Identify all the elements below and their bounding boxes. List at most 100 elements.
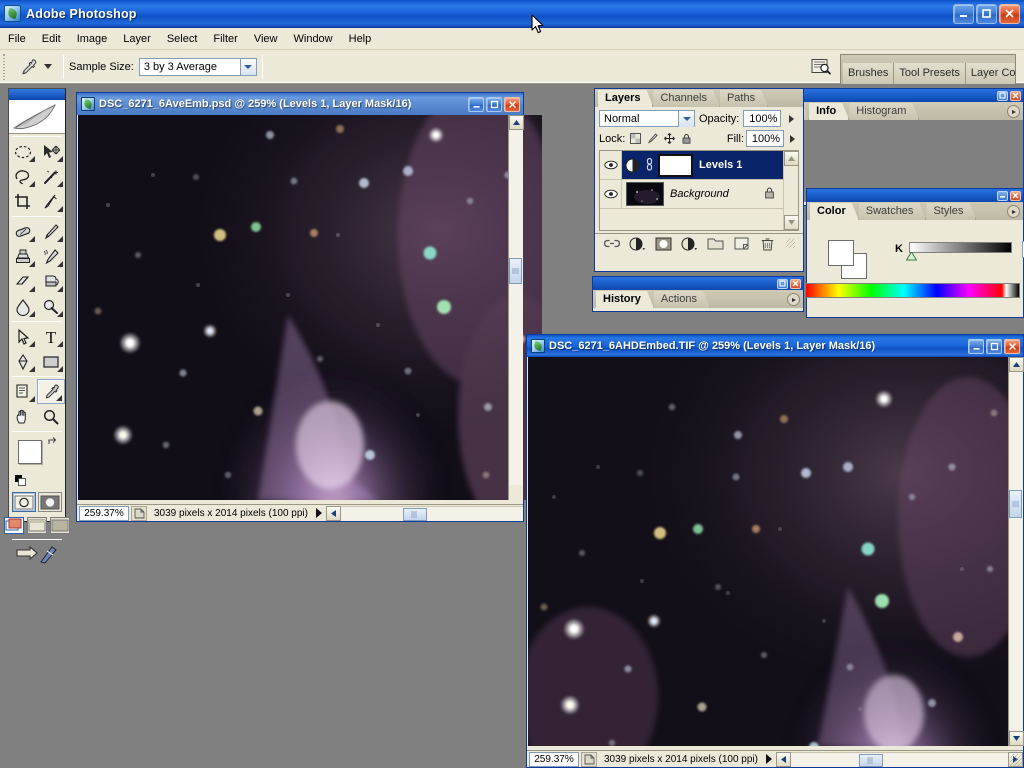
healing-brush-tool[interactable] — [9, 219, 37, 244]
swap-colors-icon[interactable] — [47, 436, 59, 451]
history-palette-titlebar[interactable] — [593, 277, 803, 290]
palette-close-button[interactable] — [1010, 90, 1021, 101]
hscroll-thumb[interactable] — [858, 753, 883, 767]
minimize-button[interactable] — [953, 3, 974, 24]
new-adjustment-layer-icon[interactable] — [681, 236, 699, 252]
eyedropper-tool[interactable] — [37, 379, 65, 404]
vscroll-thumb[interactable] — [509, 258, 522, 284]
eraser-tool[interactable] — [9, 269, 37, 294]
palette-tab-tool-presets[interactable]: Tool Presets — [894, 62, 966, 84]
canvas-psd[interactable] — [78, 115, 542, 500]
menu-edit[interactable]: Edit — [34, 30, 69, 48]
layer-name[interactable]: Background — [670, 188, 729, 200]
add-layer-mask-icon[interactable] — [655, 236, 673, 252]
zoom-tool[interactable] — [37, 404, 65, 429]
palette-menu-icon[interactable] — [1007, 105, 1020, 118]
table-row[interactable]: Background — [600, 180, 783, 209]
layers-scroll-up-button[interactable] — [784, 151, 799, 166]
canvas-hscrollbar-tif[interactable] — [775, 751, 1023, 767]
layer-mask-thumbnail[interactable] — [658, 153, 693, 177]
tab-paths[interactable]: Paths — [720, 90, 768, 107]
menu-view[interactable]: View — [246, 30, 286, 48]
canvas-vscrollbar-tif[interactable] — [1008, 357, 1024, 746]
scroll-left-button[interactable] — [325, 505, 341, 521]
scroll-up-button[interactable] — [509, 115, 524, 130]
blur-tool[interactable] — [9, 294, 37, 319]
tab-swatches[interactable]: Swatches — [859, 203, 927, 220]
full-screen-mode-icon[interactable] — [50, 517, 70, 534]
tab-actions[interactable]: Actions — [654, 291, 710, 308]
new-group-icon[interactable] — [706, 236, 724, 252]
sample-size-select[interactable]: 3 by 3 Average — [138, 57, 257, 76]
tab-channels[interactable]: Channels — [653, 90, 719, 107]
palette-close-button[interactable] — [1010, 190, 1021, 201]
lock-position-icon[interactable] — [663, 132, 676, 145]
palette-menu-icon[interactable] — [787, 293, 800, 306]
lock-image-icon[interactable] — [646, 132, 659, 145]
k-channel-slider[interactable] — [909, 242, 1012, 253]
close-button[interactable] — [999, 3, 1020, 24]
history-brush-tool[interactable] — [37, 244, 65, 269]
document-close-button[interactable] — [1004, 338, 1020, 354]
new-layer-icon[interactable] — [732, 236, 750, 252]
blend-mode-chevron-icon[interactable] — [678, 110, 694, 127]
lock-all-icon[interactable] — [680, 132, 693, 145]
brush-tool[interactable] — [37, 219, 65, 244]
opacity-field[interactable]: 100% — [743, 110, 782, 127]
palette-minimize-button[interactable] — [997, 90, 1008, 101]
document-close-button[interactable] — [504, 96, 520, 112]
dodge-tool[interactable] — [37, 294, 65, 319]
palette-menu-icon[interactable] — [1007, 205, 1020, 218]
zoom-level-field-tif[interactable]: 259.37% — [529, 751, 579, 767]
gradient-tool[interactable] — [37, 269, 65, 294]
path-selection-tool[interactable] — [9, 324, 37, 349]
menu-help[interactable]: Help — [341, 30, 380, 48]
opacity-slider-arrow-icon[interactable] — [785, 110, 798, 127]
maximize-button[interactable] — [976, 3, 997, 24]
scroll-left-button[interactable] — [775, 751, 791, 767]
document-maximize-button[interactable] — [486, 96, 502, 112]
window-resize-grip[interactable] — [1010, 754, 1022, 766]
color-palette-titlebar[interactable] — [807, 189, 1023, 202]
foreground-color-swatch[interactable] — [18, 440, 42, 464]
menu-window[interactable]: Window — [286, 30, 341, 48]
palette-minimize-button[interactable] — [997, 190, 1008, 201]
tab-histogram[interactable]: Histogram — [849, 103, 919, 120]
tool-preset-chevron-icon[interactable] — [44, 64, 52, 69]
notes-tool[interactable] — [9, 379, 37, 404]
k-slider-thumb-icon[interactable] — [905, 251, 918, 264]
document-window-psd[interactable]: DSC_6271_6AveEmb.psd @ 259% (Levels 1, L… — [76, 92, 542, 522]
document-minimize-button[interactable] — [468, 96, 484, 112]
menu-layer[interactable]: Layer — [115, 30, 159, 48]
color-spectrum-ramp[interactable] — [805, 283, 1020, 298]
palette-minimize-button[interactable] — [777, 278, 788, 289]
fill-field[interactable]: 100% — [746, 130, 784, 147]
toolbox-drag-handle[interactable] — [9, 89, 65, 100]
marquee-tool[interactable] — [9, 139, 37, 164]
jump-to-imageready-button[interactable] — [9, 542, 65, 568]
palette-tab-brushes[interactable]: Brushes — [843, 62, 895, 84]
document-minimize-button[interactable] — [968, 338, 984, 354]
document-titlebar-psd[interactable]: DSC_6271_6AveEmb.psd @ 259% (Levels 1, L… — [77, 93, 523, 115]
full-screen-menubar-mode-icon[interactable] — [27, 517, 47, 534]
lock-transparency-icon[interactable] — [629, 132, 642, 145]
crop-tool[interactable] — [9, 189, 37, 214]
vscroll-track[interactable] — [1009, 372, 1023, 731]
fill-slider-arrow-icon[interactable] — [786, 130, 799, 147]
tab-info[interactable]: Info — [809, 103, 849, 120]
color-foreground-swatch[interactable] — [828, 240, 854, 266]
canvas-hscrollbar-psd[interactable] — [325, 505, 523, 521]
canvas-tif[interactable] — [528, 357, 1009, 746]
status-popup-arrow-icon[interactable] — [765, 754, 772, 764]
table-row[interactable]: Levels 1 — [600, 151, 783, 180]
layers-palette[interactable]: Layers Channels Paths Normal Opacity: 10… — [594, 88, 804, 272]
tab-history[interactable]: History — [596, 291, 654, 308]
tab-layers[interactable]: Layers — [598, 90, 653, 107]
scroll-up-button[interactable] — [1009, 357, 1024, 372]
standard-screen-mode-icon[interactable] — [4, 517, 24, 534]
document-window-tif[interactable]: DSC_6271_6AHDEmbed.TIF @ 259% (Levels 1,… — [526, 334, 1024, 768]
menu-select[interactable]: Select — [159, 30, 206, 48]
menu-file[interactable]: File — [0, 30, 34, 48]
blend-mode-select[interactable]: Normal — [599, 110, 695, 127]
background-layer-thumbnail[interactable] — [626, 182, 664, 206]
